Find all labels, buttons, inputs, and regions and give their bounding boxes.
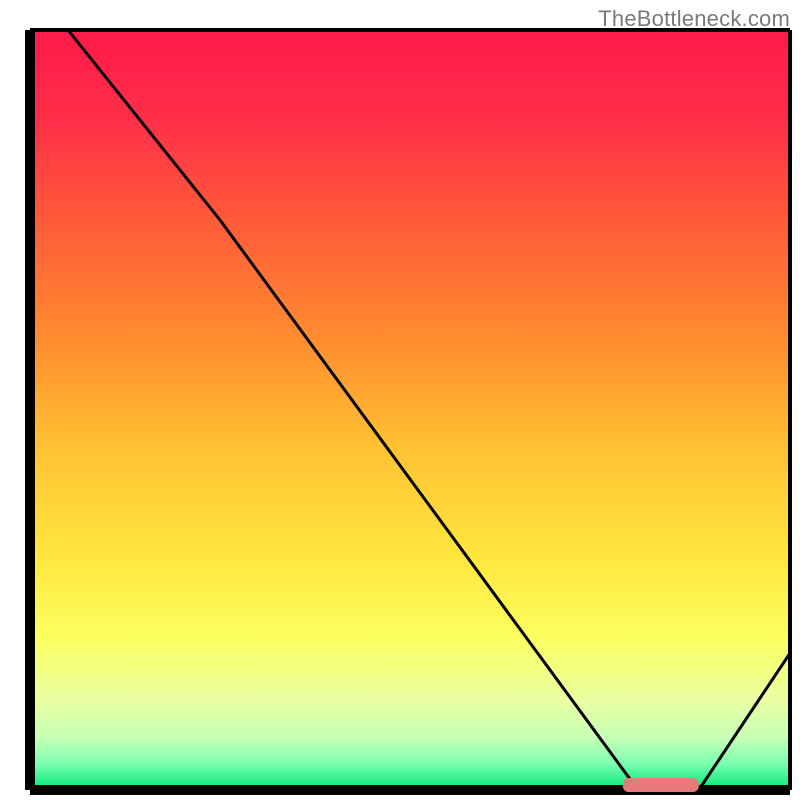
optimal-marker: [623, 778, 699, 792]
watermark-label: TheBottleneck.com: [598, 6, 790, 32]
plot-background: [30, 30, 790, 790]
bottleneck-chart: [0, 0, 800, 800]
chart-container: TheBottleneck.com: [0, 0, 800, 800]
